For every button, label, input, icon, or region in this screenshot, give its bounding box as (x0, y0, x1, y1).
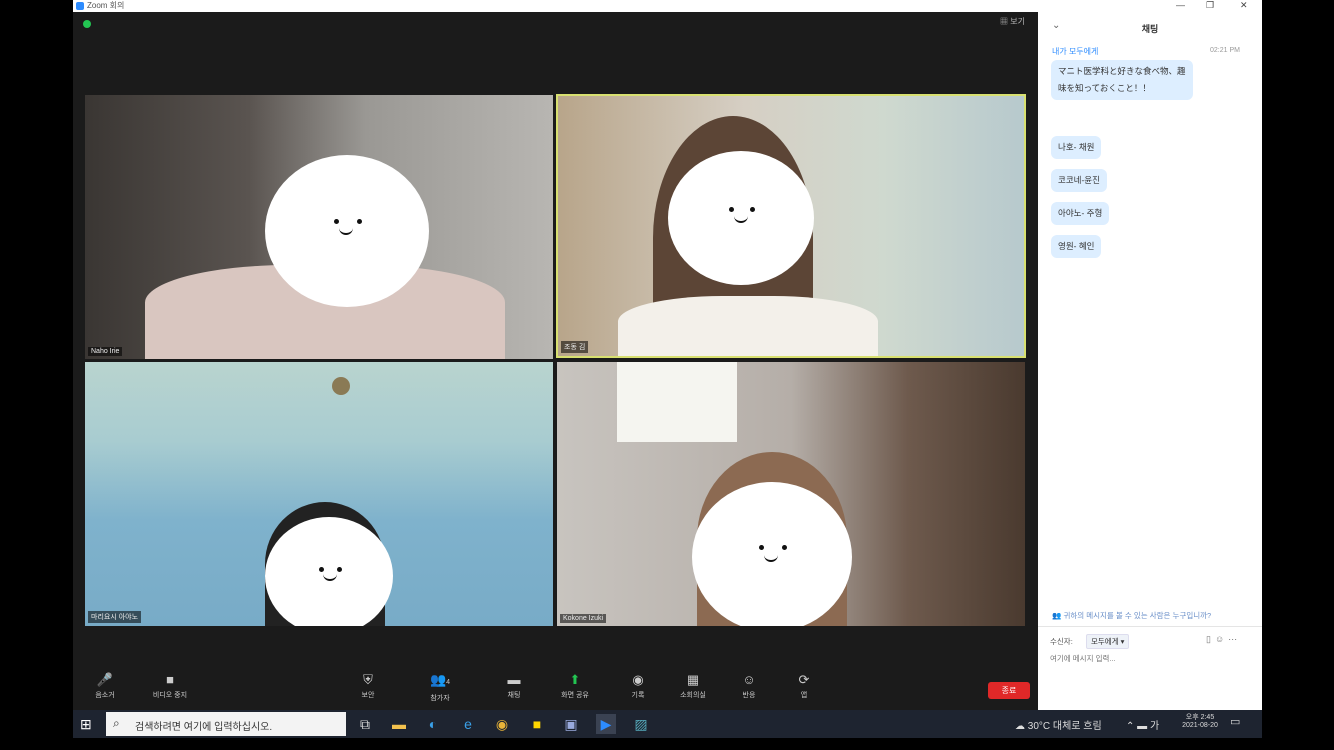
emoji-icon[interactable]: ☺ (1215, 634, 1228, 644)
video-tile-4[interactable]: Kokone Izuki (557, 362, 1025, 626)
share-screen-icon: ⬆ (569, 672, 581, 687)
security-button[interactable]: ⛨ 보안 (338, 672, 398, 700)
task-view-icon[interactable]: ⧉ (355, 714, 375, 734)
search-icon: ⌕ (113, 716, 120, 730)
message-sender: 내가 모두에게 (1052, 47, 1099, 56)
window-title: Zoom 회의 (87, 1, 125, 10)
chat-message: 코코네-윤진 (1051, 169, 1107, 192)
letterbox (1262, 0, 1334, 750)
info-icon: 👥 (1052, 611, 1064, 620)
mute-button[interactable]: 🎤 음소거 (75, 672, 135, 700)
video-camera-icon: ■ (166, 672, 174, 687)
chat-actions: ▯☺⋯ (1206, 634, 1241, 645)
share-screen-button[interactable]: ⬆ 화면 공유 (545, 672, 605, 700)
participant-name: Naho Irie (88, 347, 123, 356)
app-icon[interactable]: ▣ (561, 714, 581, 734)
microphone-icon: 🎤 (96, 672, 114, 687)
zoom-logo-icon (76, 2, 84, 10)
photos-icon[interactable]: ▨ (631, 714, 651, 734)
chat-window-controls: — ❐ ✕ (1038, 0, 1262, 12)
apps-button[interactable]: ⟳ 앱 (774, 672, 834, 700)
encryption-shield-icon[interactable] (83, 20, 91, 28)
clock[interactable]: 오후 2:45 2021-08-20 (1178, 712, 1222, 729)
divider (1038, 626, 1262, 627)
breakout-rooms-button[interactable]: ▦ 소회의실 (663, 672, 723, 700)
zoom-taskbar-icon[interactable]: ▶ (596, 714, 616, 734)
end-meeting-button[interactable]: 종료 (988, 682, 1030, 699)
participant-name: 마리요시 아야노 (88, 611, 142, 623)
view-button[interactable]: ▦ 보기 (1000, 16, 1025, 27)
window-titlebar: Zoom 회의 (73, 0, 1038, 12)
chat-message-input[interactable] (1050, 654, 1250, 663)
participant-name: Kokone Izuki (560, 614, 607, 623)
face-cover-sticker (692, 482, 852, 626)
windows-start-icon[interactable]: ⊞ (80, 716, 92, 733)
participants-button[interactable]: 👥4 참가자 (410, 672, 470, 703)
notice-text: 귀하의 메시지를 볼 수 있는 사람은 누구입니까? (1063, 611, 1212, 620)
grid-icon: ▦ (686, 672, 700, 687)
chat-bubble-icon: ▬ (507, 672, 521, 687)
notification-icon[interactable]: ▭ (1230, 715, 1240, 728)
minimize-icon[interactable]: — (1176, 0, 1185, 10)
face-cover-sticker (668, 151, 814, 285)
restore-icon[interactable]: ❐ (1206, 0, 1214, 11)
search-placeholder: 검색하려면 여기에 입력하십시오. (135, 722, 273, 733)
stop-video-button[interactable]: ■ 비디오 중지 (140, 672, 200, 700)
video-tile-3[interactable]: 마리요시 아야노 (85, 362, 553, 626)
chat-message: 영원- 혜인 (1051, 235, 1102, 258)
participant-name: 조동 김 (561, 341, 589, 353)
clock-date: 2021-08-20 (1182, 722, 1218, 729)
recipient-select[interactable]: 모두에게 ▾ (1086, 634, 1130, 649)
close-icon[interactable]: ✕ (1240, 0, 1248, 11)
video-tile-1[interactable]: Naho Irie (85, 95, 553, 359)
chat-button[interactable]: ▬ 채팅 (484, 672, 544, 700)
apps-icon: ⟳ (798, 672, 810, 687)
ime-indicator: 가 (1149, 721, 1160, 732)
face-cover-sticker (265, 155, 429, 307)
chat-title: 채팅 (1141, 24, 1159, 34)
face-cover-sticker (265, 517, 393, 626)
network-icon: ▬ (1137, 721, 1150, 732)
chat-panel: — ❐ ✕ ⌄ 채팅 내가 모두에게 02:21 PM マニト医学科と好きな食べ… (1038, 0, 1262, 710)
edge-icon[interactable]: ◐ (423, 714, 443, 734)
message-time: 02:21 PM (1210, 47, 1240, 54)
video-tile-2[interactable]: 조동 김 (556, 94, 1026, 358)
chat-message: マニト医学科と好きな食べ物、趣味を知っておくこと！！ (1051, 60, 1193, 100)
cloud-icon: ☁ (1015, 721, 1028, 732)
recipient-label: 수신자: (1050, 637, 1073, 646)
clock-time: 오후 2:45 (1185, 714, 1215, 721)
smile-icon: ☺ (742, 672, 756, 687)
chrome-icon[interactable]: ◉ (492, 714, 512, 734)
reactions-button[interactable]: ☺ 반응 (719, 672, 779, 700)
participant-count: 4 (446, 679, 451, 686)
internet-explorer-icon[interactable]: e (458, 714, 478, 734)
chevron-up-icon: ⌃ (1126, 721, 1138, 732)
shield-icon: ⛨ (363, 672, 373, 687)
weather-text: 30°C 대체로 흐림 (1027, 721, 1102, 732)
file-icon[interactable]: ▯ (1206, 634, 1215, 644)
chat-message: 아야노- 주형 (1051, 202, 1110, 225)
tray-icons[interactable]: ⌃ ▬ 가 (1126, 717, 1159, 732)
record-icon: ◉ (632, 672, 644, 687)
participants-icon: 👥4 (429, 672, 451, 687)
weather-widget[interactable]: ☁ 30°C 대체로 흐림 (1015, 717, 1102, 732)
chat-message: 나호- 채원 (1051, 136, 1102, 159)
file-explorer-icon[interactable]: ▬ (389, 714, 409, 734)
chat-visibility-notice[interactable]: 👥 귀하의 메시지를 볼 수 있는 사람은 누구입니까? (1052, 610, 1211, 621)
kakaotalk-icon[interactable]: ■ (527, 714, 547, 734)
record-button[interactable]: ◉ 기록 (608, 672, 668, 700)
more-icon[interactable]: ⋯ (1228, 634, 1241, 644)
